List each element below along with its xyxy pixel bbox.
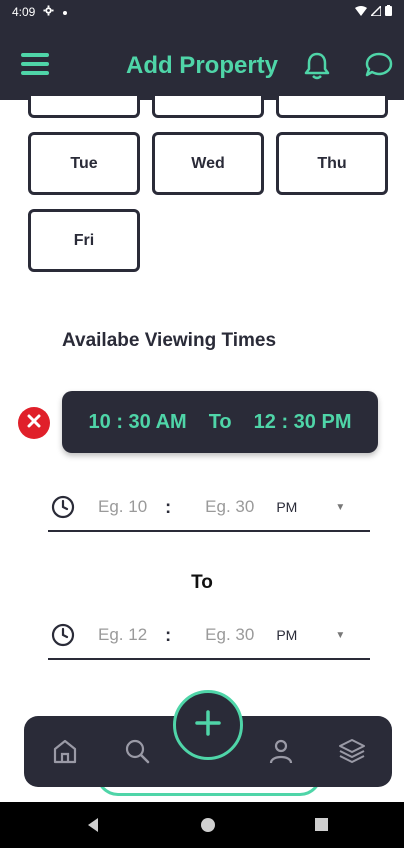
to-minute-input[interactable]: Eg. 30 <box>205 625 254 645</box>
close-icon <box>27 414 41 433</box>
bell-icon[interactable] <box>300 48 334 82</box>
day-button-tue[interactable]: Tue <box>28 132 140 195</box>
page-title: Add Property <box>125 52 278 79</box>
to-hour-input[interactable]: Eg. 12 <box>98 625 147 645</box>
to-time-input-row: Eg. 12 : Eg. 30 PM ▼ <box>48 612 370 660</box>
search-icon[interactable] <box>122 736 152 766</box>
dot-icon <box>62 5 68 19</box>
from-period-select[interactable]: PM <box>276 499 297 515</box>
to-label: To <box>191 572 213 593</box>
viewing-time-chip: 10 : 30 AM To 12 : 30 PM <box>62 391 378 453</box>
day-button-cut-2[interactable] <box>152 96 264 118</box>
chip-start-time: 10 : 30 AM <box>88 410 187 433</box>
app-bar: Add Property <box>0 24 404 100</box>
chip-end-time: 12 : 30 PM <box>253 410 352 433</box>
battery-icon <box>385 5 392 19</box>
status-time: 4:09 <box>12 5 36 19</box>
remove-time-button[interactable] <box>18 407 50 439</box>
day-button-fri[interactable]: Fri <box>28 209 140 272</box>
from-time-input-row: Eg. 10 : Eg. 30 PM ▼ <box>48 484 370 532</box>
day-button-cut-1[interactable] <box>28 96 140 118</box>
clock-icon <box>50 622 76 648</box>
day-button-wed[interactable]: Wed <box>152 132 264 195</box>
to-period-select[interactable]: PM <box>276 627 297 643</box>
gear-icon <box>43 5 54 19</box>
add-button[interactable] <box>173 690 243 760</box>
chevron-down-icon[interactable]: ▼ <box>335 630 345 641</box>
from-minute-input[interactable]: Eg. 30 <box>205 497 254 517</box>
system-nav-bar <box>0 802 404 848</box>
home-icon[interactable] <box>50 736 80 766</box>
viewing-times-title: Availabe Viewing Times <box>62 330 277 351</box>
from-hour-input[interactable]: Eg. 10 <box>98 497 147 517</box>
status-bar: 4:09 <box>0 0 404 24</box>
day-button-thu[interactable]: Thu <box>276 132 388 195</box>
add-icon <box>194 709 222 742</box>
profile-icon[interactable] <box>266 736 296 766</box>
to-colon: : <box>165 624 172 645</box>
chip-separator: To <box>208 410 232 433</box>
back-icon[interactable] <box>86 817 100 838</box>
signal-icon <box>369 3 382 19</box>
recents-icon[interactable] <box>314 817 329 837</box>
wifi-icon <box>355 5 367 19</box>
chevron-down-icon[interactable]: ▼ <box>335 502 345 513</box>
home-circle-icon[interactable] <box>200 817 216 838</box>
clock-icon <box>50 494 76 520</box>
chat-icon[interactable] <box>362 48 396 82</box>
from-colon: : <box>165 496 172 517</box>
day-button-cut-3[interactable] <box>276 96 388 118</box>
layers-icon[interactable] <box>337 736 367 766</box>
